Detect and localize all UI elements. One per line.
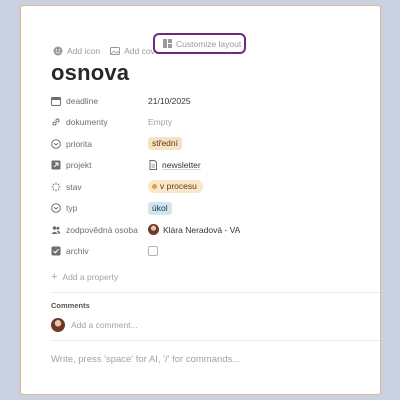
deadline-value: 21/10/2025 — [148, 95, 191, 106]
property-key-label: zodpovědná osoba — [66, 224, 138, 235]
property-key: zodpovědná osoba — [51, 225, 148, 235]
property-row-dokumenty[interactable]: dokumenty Empty — [51, 112, 351, 134]
comment-input-row[interactable]: Add a comment... — [51, 318, 138, 332]
property-key-label: dokumenty — [66, 117, 108, 128]
status-icon — [51, 182, 61, 192]
property-value-stav[interactable]: v procesu — [148, 180, 203, 194]
page-panel: Add icon Add cover Customize layout osno… — [20, 5, 381, 395]
property-key: priorita — [51, 139, 148, 149]
customize-layout-label: Customize layout — [176, 38, 242, 49]
property-key: dokumenty — [51, 117, 148, 127]
dokumenty-value: Empty — [148, 117, 173, 128]
property-row-zodpovedna-osoba[interactable]: zodpovědná osoba Klára Neradová - VA — [51, 219, 351, 241]
property-value-dokumenty[interactable]: Empty — [148, 117, 172, 127]
add-property-label: Add a property — [62, 272, 119, 282]
property-key-label: deadline — [66, 95, 99, 106]
checkbox-icon — [51, 246, 61, 256]
add-property-button[interactable]: + Add a property — [51, 271, 119, 283]
select-icon — [51, 138, 61, 149]
status-dot — [152, 184, 157, 190]
page-title[interactable]: osnova — [51, 60, 129, 86]
priority-tag: střední — [148, 137, 182, 151]
person-name: Klára Neradová - VA — [163, 224, 241, 235]
calendar-icon — [51, 96, 61, 106]
avatar — [51, 318, 65, 332]
property-value-projekt[interactable]: newsletter — [148, 160, 201, 171]
archiv-checkbox[interactable] — [148, 246, 158, 257]
status-badge: v procesu — [148, 180, 203, 194]
page-body-editor[interactable]: Write, press 'space' for AI, '/' for com… — [51, 354, 240, 365]
customize-layout-button[interactable]: Customize layout — [153, 33, 246, 54]
property-value-archiv[interactable] — [148, 246, 158, 257]
property-key-label: stav — [66, 181, 82, 192]
type-tag: úkol — [148, 201, 172, 215]
add-icon-label: Add icon — [67, 46, 101, 56]
property-value-zodpovedna-osoba[interactable]: Klára Neradová - VA — [148, 224, 241, 236]
divider — [51, 340, 380, 341]
property-key-label: priorita — [66, 138, 92, 149]
property-key: typ — [51, 203, 148, 213]
property-value-priorita[interactable]: střední — [148, 137, 182, 151]
layout-icon — [163, 39, 172, 48]
avatar — [148, 224, 159, 236]
property-row-typ[interactable]: typ úkol — [51, 198, 351, 220]
link-icon — [52, 118, 60, 126]
property-row-deadline[interactable]: deadline 21/10/2025 — [51, 90, 351, 112]
select-icon — [51, 203, 61, 214]
property-key-label: projekt — [66, 160, 92, 171]
property-value-deadline[interactable]: 21/10/2025 — [148, 96, 191, 106]
property-row-archiv[interactable]: archiv — [51, 241, 351, 263]
comments-heading: Comments — [51, 301, 90, 310]
people-icon — [51, 225, 61, 234]
property-key: stav — [51, 182, 148, 192]
property-key: deadline — [51, 96, 148, 106]
status-label: v procesu — [160, 181, 197, 192]
property-key-label: typ — [66, 203, 78, 214]
add-icon-button[interactable]: Add icon — [53, 46, 100, 56]
property-value-typ[interactable]: úkol — [148, 201, 172, 215]
project-link[interactable]: newsletter — [162, 160, 201, 170]
property-row-projekt[interactable]: projekt newsletter — [51, 155, 351, 177]
smiley-icon — [53, 46, 63, 56]
relation-icon — [51, 160, 61, 170]
property-row-stav[interactable]: stav v procesu — [51, 176, 351, 198]
property-key-label: archiv — [66, 246, 89, 257]
property-key: projekt — [51, 160, 148, 170]
page-icon — [149, 160, 157, 171]
property-key: archiv — [51, 246, 148, 256]
property-row-priorita[interactable]: priorita střední — [51, 133, 351, 155]
comment-input[interactable]: Add a comment... — [71, 320, 138, 330]
plus-icon: + — [51, 271, 58, 283]
divider — [51, 292, 380, 293]
image-icon — [110, 47, 121, 55]
properties-list: deadline 21/10/2025 dokumenty Empty prio… — [51, 90, 351, 262]
